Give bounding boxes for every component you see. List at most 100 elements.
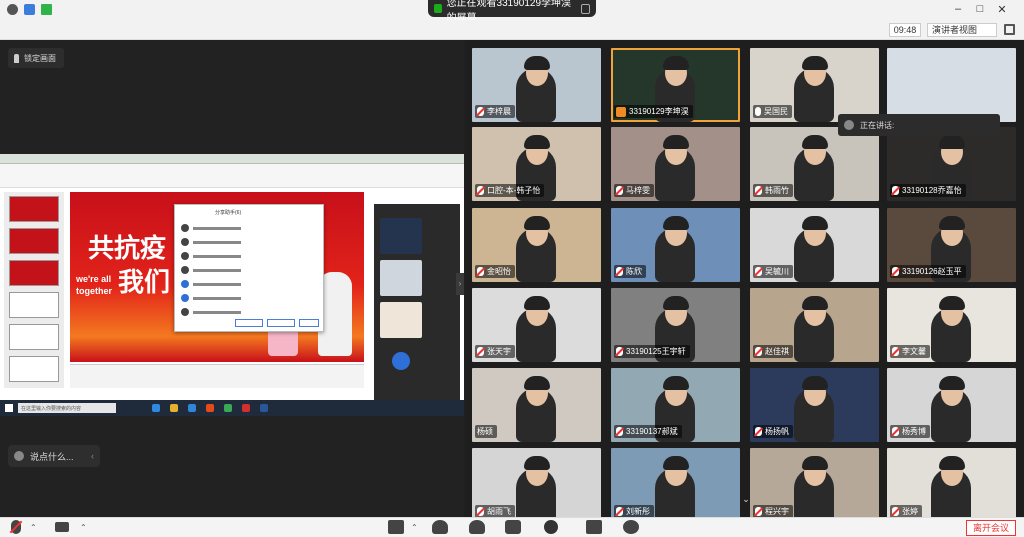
participant-tile[interactable]: 33190125王宇轩: [611, 288, 740, 362]
emoji-icon[interactable]: [14, 451, 24, 461]
info-icon[interactable]: [7, 4, 18, 15]
participant-tile[interactable]: 张婷: [887, 448, 1016, 522]
participant-tile[interactable]: 韩雨竹: [750, 127, 879, 201]
participant-tile[interactable]: 杨扬帆: [750, 368, 879, 442]
scroll-down-icon[interactable]: ⌄: [739, 494, 753, 504]
slide-thumbnail: [9, 228, 59, 254]
participant-tile[interactable]: 33190129李坤淏: [611, 48, 740, 122]
slide-thumbnail: [9, 292, 59, 318]
participant-tile[interactable]: 口腔-本-韩子怡: [472, 127, 601, 201]
participant-hair: [802, 56, 828, 70]
participant-tile[interactable]: 金昭怡: [472, 208, 601, 282]
chat-collapse-icon[interactable]: ‹: [91, 451, 94, 461]
dialog-action-button[interactable]: [299, 319, 319, 327]
mic-muted-icon: [892, 507, 899, 516]
camera-icon[interactable]: [55, 522, 69, 532]
participant-hair: [802, 135, 828, 149]
participant-name: 33190126赵玉平: [902, 267, 962, 276]
inner-participant-tile: [380, 302, 422, 338]
participant-tile[interactable]: 程兴宇: [750, 448, 879, 522]
participant-tile[interactable]: 吴毓川: [750, 208, 879, 282]
participant-nameplate: 马梓雯: [614, 184, 654, 197]
inner-taskbar: 在这里输入你要搜索的内容: [0, 400, 464, 416]
participant-hair: [802, 456, 828, 470]
avatar: [181, 280, 189, 288]
apps-icon[interactable]: [586, 520, 602, 534]
signal-icon[interactable]: [41, 4, 52, 15]
video-background: [887, 48, 1016, 122]
close-button[interactable]: ✕: [994, 3, 1010, 16]
minimize-button[interactable]: –: [950, 3, 966, 15]
avatar: [181, 308, 189, 316]
dialog-action-button[interactable]: [267, 319, 295, 327]
dialog-row: [181, 293, 311, 303]
inner-taskbar-search: 在这里输入你要搜索的内容: [18, 403, 116, 413]
banner-menu-icon[interactable]: [581, 3, 590, 14]
mic-muted-icon: [892, 347, 899, 356]
participant-hair: [524, 296, 550, 310]
participant-hair: [663, 296, 689, 310]
participant-hair: [939, 456, 965, 470]
member-icon[interactable]: [469, 520, 485, 534]
maximize-button[interactable]: □: [972, 3, 988, 15]
meeting-toolbar: 09:48 演讲者视图: [0, 20, 1024, 40]
camera-options-chevron-icon[interactable]: ⌃: [80, 523, 87, 532]
pin-view-button[interactable]: 锁定画面: [8, 48, 64, 68]
participant-tile[interactable]: 33190137郝斌: [611, 368, 740, 442]
participant-name: 陈欣: [626, 267, 642, 276]
view-mode-dropdown[interactable]: 演讲者视图: [927, 23, 997, 37]
participant-tile[interactable]: 吴国民: [750, 48, 879, 122]
dialog-row: [181, 223, 311, 233]
chat-icon[interactable]: [505, 520, 521, 534]
participant-tile[interactable]: 赵佳祺: [750, 288, 879, 362]
slide-title-line2: 我们: [118, 268, 171, 298]
participant-name: 33190137郝斌: [626, 427, 678, 436]
mute-microphone-icon[interactable]: [11, 520, 21, 534]
chat-input-bar[interactable]: 说点什么... ‹: [8, 445, 100, 467]
participant-tile[interactable]: 李梓晨: [472, 48, 601, 122]
mic-muted-icon: [477, 347, 484, 356]
participant-tile[interactable]: 胡雨飞: [472, 448, 601, 522]
participant-hair: [939, 135, 965, 149]
dialog-action-button[interactable]: [235, 319, 263, 327]
participant-hair: [939, 216, 965, 230]
mic-muted-icon: [616, 427, 623, 436]
participant-tile[interactable]: 李文馨: [887, 288, 1016, 362]
mic-muted-icon: [616, 347, 623, 356]
participant-tile[interactable]: 陈欣: [611, 208, 740, 282]
share-options-chevron-icon[interactable]: ⌃: [411, 523, 418, 532]
participant-name: 33190128乔嘉怡: [902, 186, 962, 195]
settings-gear-icon[interactable]: [623, 520, 639, 534]
inner-participant-panel: [374, 204, 460, 404]
participant-tile[interactable]: 杨秀博: [887, 368, 1016, 442]
participant-tile[interactable]: 刘新彤: [611, 448, 740, 522]
participant-gallery: 李梓晨 33190129李坤淏 吴国民口腔-本-韩子怡 马梓雯 韩雨竹 33190128乔…: [466, 40, 1024, 522]
collapse-panel-button[interactable]: ›: [456, 273, 464, 295]
participant-name: 张天宇: [487, 347, 511, 356]
participant-tile[interactable]: 马梓雯: [611, 127, 740, 201]
record-icon[interactable]: [544, 520, 558, 534]
participant-nameplate: 韩雨竹: [753, 184, 793, 197]
participant-name: 吴毓川: [765, 267, 789, 276]
participant-hair: [939, 376, 965, 390]
participant-tile[interactable]: 33190128乔嘉怡: [887, 127, 1016, 201]
participant-tile[interactable]: [887, 48, 1016, 122]
participant-tile[interactable]: 杨硕: [472, 368, 601, 442]
participant-nameplate: 陈欣: [614, 265, 646, 278]
slide-thumbnail: [9, 324, 59, 350]
participant-hair: [524, 376, 550, 390]
dialog-row: [181, 251, 311, 261]
participant-name: 杨扬帆: [765, 427, 789, 436]
participant-tile[interactable]: 33190126赵玉平: [887, 208, 1016, 282]
dialog-row-text: [193, 268, 241, 272]
mic-options-chevron-icon[interactable]: ⌃: [30, 523, 37, 532]
share-screen-icon[interactable]: [388, 520, 404, 534]
participant-hair: [524, 135, 550, 149]
participants-icon[interactable]: [432, 520, 448, 534]
participant-tile[interactable]: 张天宇: [472, 288, 601, 362]
fullscreen-icon[interactable]: [1004, 24, 1015, 35]
slide-thumbnail: [9, 260, 59, 286]
leave-meeting-button[interactable]: 离开会议: [966, 520, 1016, 536]
shield-icon[interactable]: [24, 4, 35, 15]
participant-nameplate: 33190126赵玉平: [890, 265, 966, 278]
